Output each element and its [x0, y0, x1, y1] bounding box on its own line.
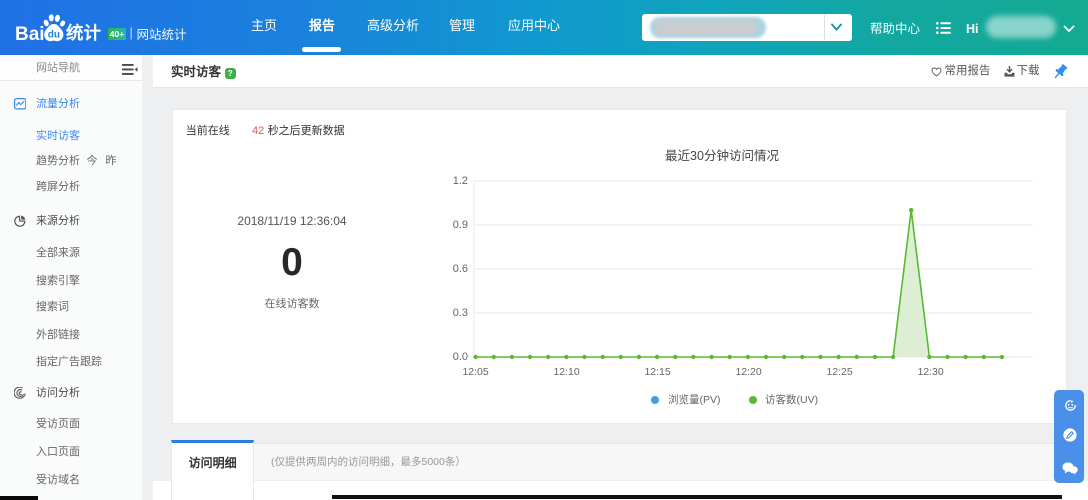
svg-text:du: du — [48, 30, 60, 41]
